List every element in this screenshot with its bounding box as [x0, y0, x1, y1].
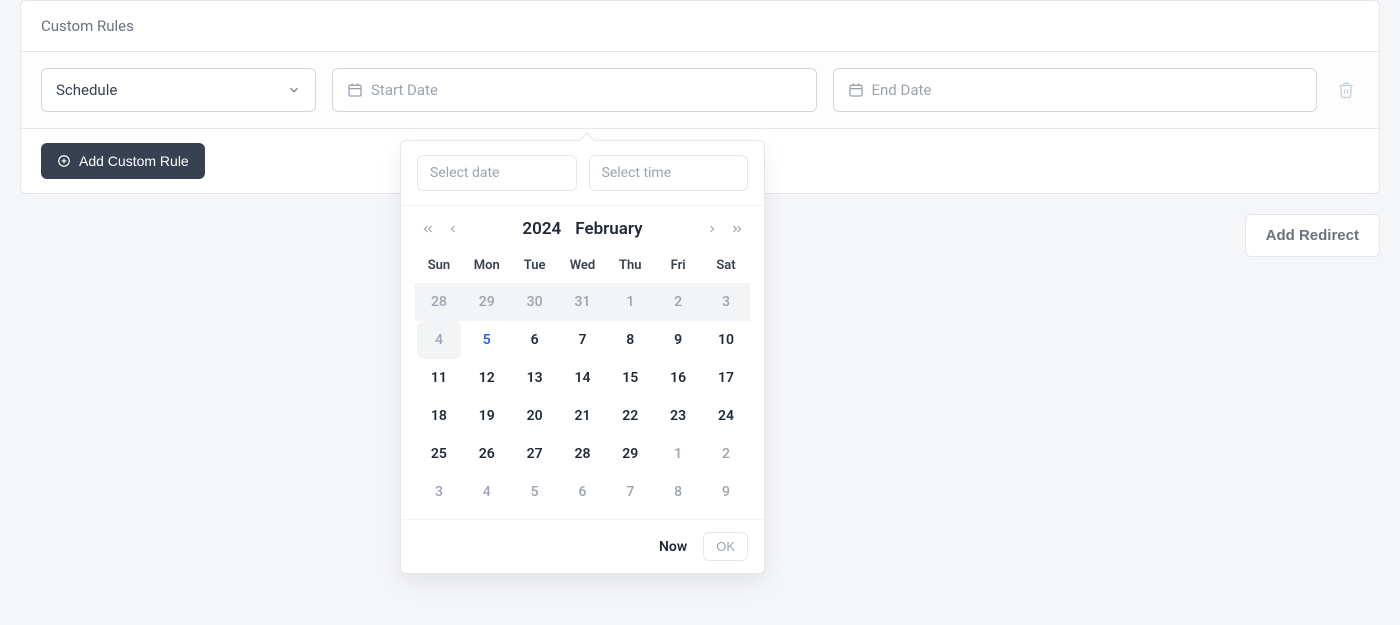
add-custom-rule-label: Add Custom Rule [79, 153, 189, 169]
calendar-weekday: Tue [511, 248, 559, 283]
calendar-day[interactable]: 8 [608, 321, 652, 359]
add-custom-rule-button[interactable]: Add Custom Rule [41, 143, 205, 179]
date-picker-popover: Select date Select time 2024 February Su… [400, 140, 765, 574]
calendar-day[interactable]: 31 [560, 283, 604, 321]
plus-circle-icon [57, 154, 71, 168]
calendar-day[interactable]: 13 [513, 359, 557, 397]
calendar-day[interactable]: 7 [560, 321, 604, 359]
calendar-day[interactable]: 25 [417, 435, 461, 473]
calendar-weekday: Thu [606, 248, 654, 283]
calendar-day[interactable]: 11 [417, 359, 461, 397]
calendar-day[interactable]: 24 [704, 397, 748, 435]
calendar-day[interactable]: 9 [656, 321, 700, 359]
next-year-button[interactable] [726, 218, 748, 240]
prev-year-button[interactable] [417, 218, 439, 240]
calendar-day[interactable]: 4 [417, 321, 461, 359]
calendar-icon [347, 82, 363, 98]
calendar-day[interactable]: 22 [608, 397, 652, 435]
add-redirect-button[interactable]: Add Redirect [1245, 214, 1380, 257]
calendar-weekday: Sat [702, 248, 750, 283]
calendar-day[interactable]: 23 [656, 397, 700, 435]
calendar-day[interactable]: 4 [465, 473, 509, 511]
start-date-input[interactable]: Start Date [332, 68, 817, 112]
calendar-day[interactable]: 6 [560, 473, 604, 511]
calendar-day[interactable]: 10 [704, 321, 748, 359]
rule-type-select[interactable]: Schedule [41, 68, 316, 112]
rule-row: Schedule Start Date End Date [21, 52, 1379, 129]
calendar-weekday: Wed [559, 248, 607, 283]
calendar-day[interactable]: 19 [465, 397, 509, 435]
calendar-day[interactable]: 12 [465, 359, 509, 397]
calendar-day[interactable]: 29 [465, 283, 509, 321]
calendar-day[interactable]: 29 [608, 435, 652, 473]
calendar-day[interactable]: 3 [704, 283, 748, 321]
calendar-day[interactable]: 9 [704, 473, 748, 511]
calendar-day[interactable]: 28 [417, 283, 461, 321]
calendar-icon [848, 82, 864, 98]
calendar-year[interactable]: 2024 [522, 219, 561, 239]
calendar-day[interactable]: 28 [560, 435, 604, 473]
calendar-day[interactable]: 15 [608, 359, 652, 397]
calendar-day[interactable]: 1 [656, 435, 700, 473]
calendar-weekday: Fri [654, 248, 702, 283]
calendar-month[interactable]: February [575, 219, 642, 239]
calendar-day[interactable]: 27 [513, 435, 557, 473]
calendar-day[interactable]: 8 [656, 473, 700, 511]
end-date-input[interactable]: End Date [833, 68, 1318, 112]
calendar-weekday: Mon [463, 248, 511, 283]
calendar-day[interactable]: 6 [513, 321, 557, 359]
next-month-button[interactable] [702, 219, 722, 239]
calendar-day[interactable]: 5 [513, 473, 557, 511]
prev-month-button[interactable] [443, 219, 463, 239]
panel-title: Custom Rules [21, 1, 1379, 52]
delete-rule-button[interactable] [1333, 77, 1359, 103]
calendar-day[interactable]: 5 [465, 321, 509, 359]
calendar-day[interactable]: 21 [560, 397, 604, 435]
calendar-day[interactable]: 17 [704, 359, 748, 397]
ok-button[interactable]: OK [703, 532, 748, 561]
calendar-day[interactable]: 30 [513, 283, 557, 321]
calendar-day[interactable]: 3 [417, 473, 461, 511]
calendar-day[interactable]: 14 [560, 359, 604, 397]
now-button[interactable]: Now [659, 539, 687, 555]
start-date-placeholder: Start Date [371, 81, 438, 99]
calendar-day[interactable]: 2 [656, 283, 700, 321]
rule-type-value: Schedule [56, 81, 117, 99]
calendar-day[interactable]: 20 [513, 397, 557, 435]
calendar-day[interactable]: 1 [608, 283, 652, 321]
picker-time-input[interactable]: Select time [589, 155, 749, 191]
chevron-down-icon [287, 83, 301, 97]
end-date-placeholder: End Date [872, 81, 932, 99]
picker-date-input[interactable]: Select date [417, 155, 577, 191]
calendar-weekday: Sun [415, 248, 463, 283]
calendar-grid: SunMonTueWedThuFriSat 282930311234567891… [415, 248, 750, 511]
calendar-day[interactable]: 7 [608, 473, 652, 511]
calendar-day[interactable]: 16 [656, 359, 700, 397]
calendar-day[interactable]: 2 [704, 435, 748, 473]
calendar-day[interactable]: 26 [465, 435, 509, 473]
calendar-day[interactable]: 18 [417, 397, 461, 435]
